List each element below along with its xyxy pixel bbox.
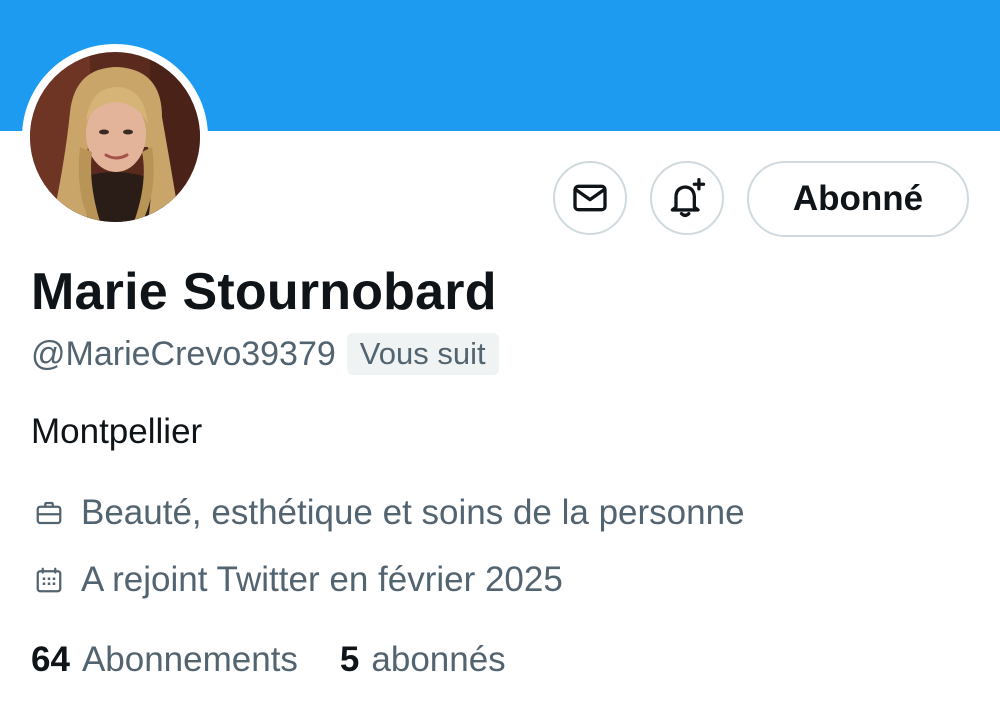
following-button[interactable]: Abonné <box>747 161 969 237</box>
user-handle: @MarieCrevo39379 <box>31 334 336 373</box>
followers-label: abonnés <box>371 640 506 679</box>
avatar[interactable] <box>22 44 208 230</box>
handle-row: @MarieCrevo39379 Vous suit <box>31 333 499 375</box>
followers-link[interactable]: 5 abonnés <box>340 640 506 680</box>
follow-stats: 64 Abonnements 5 abonnés <box>31 640 506 680</box>
display-name: Marie Stournobard <box>31 263 497 321</box>
profile-category: Beauté, esthétique et soins de la person… <box>81 493 745 532</box>
category-row: Beauté, esthétique et soins de la person… <box>31 493 745 533</box>
briefcase-icon <box>31 495 67 531</box>
envelope-icon <box>573 184 607 212</box>
followers-count: 5 <box>339 640 360 679</box>
message-button[interactable] <box>553 161 627 235</box>
following-link[interactable]: 64 Abonnements <box>31 640 298 680</box>
following-count: 64 <box>31 640 70 679</box>
follows-you-badge: Vous suit <box>346 333 499 375</box>
notifications-button[interactable] <box>650 161 724 235</box>
joined-row: A rejoint Twitter en février 2025 <box>31 560 563 600</box>
bell-plus-icon <box>670 178 706 218</box>
calendar-icon <box>31 562 67 598</box>
bio: Montpellier <box>31 412 203 451</box>
following-label: Abonnements <box>81 640 298 679</box>
avatar-photo <box>30 52 200 222</box>
join-date: A rejoint Twitter en février 2025 <box>81 560 563 599</box>
